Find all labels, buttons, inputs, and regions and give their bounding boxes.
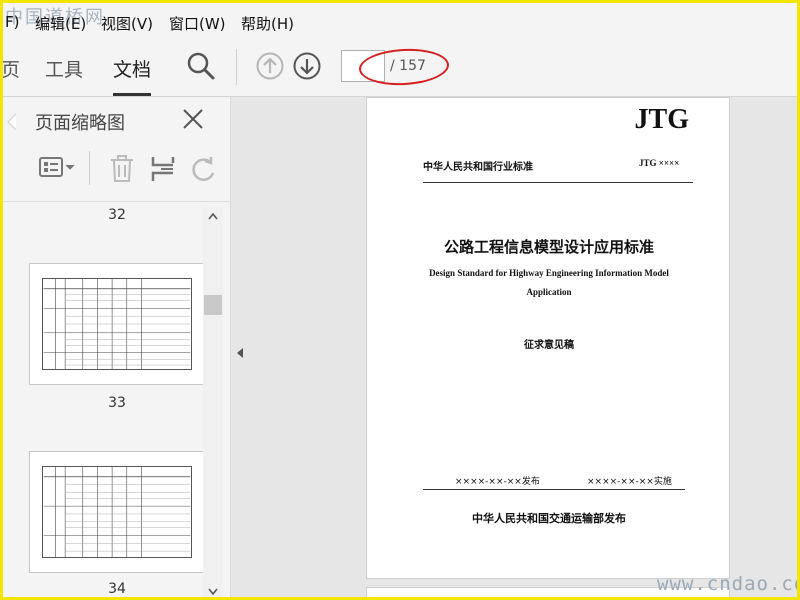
- menu-help[interactable]: 帮助(H): [241, 13, 294, 34]
- thumbnail-page-label: 34: [108, 581, 126, 597]
- document-view[interactable]: JTG 中华人民共和国行业标准 JTG ×××× 公路工程信息模型设计应用标准 …: [232, 97, 797, 597]
- search-icon[interactable]: [186, 51, 216, 81]
- jtg-logo: JTG: [634, 104, 689, 135]
- standard-category: 中华人民共和国行业标准: [423, 162, 533, 173]
- close-icon[interactable]: [181, 107, 205, 131]
- menu-file[interactable]: F): [5, 13, 19, 31]
- title-chinese: 公路工程信息模型设计应用标准: [443, 238, 654, 256]
- tab-tools[interactable]: 工具: [45, 55, 83, 82]
- tab-document[interactable]: 文档: [113, 55, 152, 96]
- title-english-line1: Design Standard for Highway Engineering …: [429, 268, 669, 278]
- thumbnail-page[interactable]: [29, 263, 205, 385]
- trash-icon[interactable]: [109, 155, 135, 183]
- thumbnail-table: [42, 466, 192, 558]
- draft-label: 征求意见稿: [524, 340, 574, 351]
- panel-title: 页面缩略图: [35, 113, 125, 134]
- menu-view[interactable]: 视图(V): [101, 13, 153, 34]
- thumbnail-page-label: 32: [108, 207, 126, 223]
- rotate-icon[interactable]: [191, 155, 217, 183]
- collapse-panel-icon[interactable]: [235, 347, 245, 359]
- panel-toolbar-rule: [3, 201, 231, 202]
- page-up-icon[interactable]: [255, 51, 285, 81]
- watermark-bottom: www.cndao.com: [657, 573, 797, 595]
- thumbnail-table: [42, 278, 192, 370]
- panel-toolbar-divider: [89, 151, 90, 185]
- menu-window[interactable]: 窗口(W): [169, 13, 226, 34]
- page-down-icon[interactable]: [292, 51, 322, 81]
- publisher: 中华人民共和国交通运输部发布: [472, 512, 626, 525]
- document-page: JTG 中华人民共和国行业标准 JTG ×××× 公路工程信息模型设计应用标准 …: [366, 97, 730, 579]
- thumbnail-list: 32 33 34: [3, 207, 231, 597]
- effective-date: ××××-××-××实施: [587, 477, 672, 487]
- header-rule: [423, 182, 693, 183]
- thumbnail-scrollbar[interactable]: [203, 207, 223, 597]
- menu-edit[interactable]: 编辑(E): [35, 13, 86, 34]
- toolbar-divider: [236, 49, 237, 85]
- footer-rule: [423, 489, 685, 490]
- menu-bar: 中国道桥网 F) 编辑(E) 视图(V) 窗口(W) 帮助(H): [3, 3, 797, 39]
- panel-pointer-icon: [7, 113, 17, 131]
- thumbnail-page-label: 33: [108, 395, 126, 411]
- scroll-down-icon[interactable]: [207, 587, 219, 597]
- extract-pages-icon[interactable]: [149, 155, 177, 183]
- scrollbar-thumb[interactable]: [204, 295, 222, 315]
- tab-home[interactable]: 页: [3, 55, 20, 82]
- thumbnail-page[interactable]: [29, 451, 205, 573]
- title-english-line2: Application: [526, 287, 572, 297]
- app-window: 中国道桥网 F) 编辑(E) 视图(V) 窗口(W) 帮助(H) 页 工具 文档…: [0, 0, 800, 600]
- standard-code: JTG ××××: [639, 158, 680, 168]
- panel-toolbar: [3, 147, 231, 193]
- thumbnail-options-icon[interactable]: [39, 155, 77, 179]
- scroll-up-icon[interactable]: [207, 211, 219, 221]
- publish-date: ××××-××-××发布: [455, 477, 540, 487]
